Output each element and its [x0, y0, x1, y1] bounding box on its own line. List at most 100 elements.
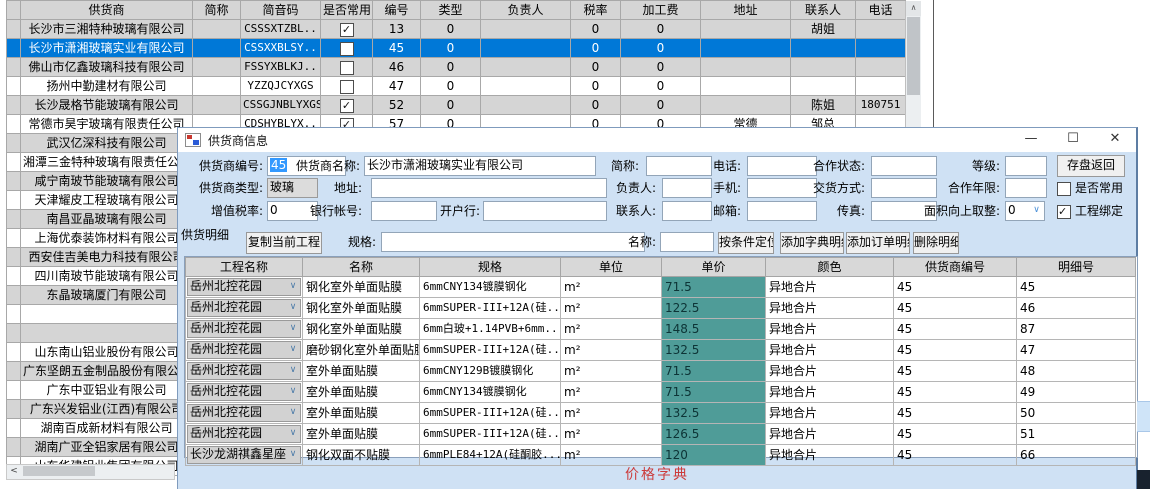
project-combo-cell[interactable]: 岳州北控花园∨ [186, 319, 303, 340]
column-header[interactable]: 名称 [303, 258, 420, 277]
supplier-row[interactable]: 佛山市亿鑫玻璃科技有限公司FSSYXBLKJ..46000 [7, 58, 906, 77]
address-field[interactable] [371, 178, 607, 198]
supplier-row[interactable]: 扬州中勤建材有限公司YZZQJCYXGS47000 [7, 77, 906, 96]
detail-row[interactable]: 岳州北控花园∨室外单面贴膜6mmSUPER-III+12A(硅...m²126.… [186, 424, 1136, 445]
project-combo[interactable]: 岳州北控花园∨ [187, 362, 301, 380]
scrollbar-thumb[interactable] [23, 466, 95, 476]
save-return-button[interactable]: 存盘返回 [1057, 155, 1125, 177]
cell[interactable]: 120 [662, 445, 766, 466]
detail-row[interactable]: 岳州北控花园∨室外单面贴膜6mmSUPER-III+12A(硅...m²132.… [186, 403, 1136, 424]
project-combo[interactable]: 岳州北控花园∨ [187, 299, 301, 317]
cell: 0 [571, 77, 621, 96]
column-header[interactable]: 规格 [420, 258, 561, 277]
project-combo[interactable]: 岳州北控花园∨ [187, 404, 301, 422]
column-header[interactable]: 编号 [373, 1, 421, 20]
minimize-icon[interactable]: — [1010, 128, 1052, 152]
common-use-checkbox[interactable]: 是否常用 [1057, 178, 1123, 198]
common-use-cell[interactable] [321, 39, 373, 58]
email-field[interactable] [747, 201, 817, 221]
column-header[interactable]: 明细号 [1017, 258, 1136, 277]
column-header[interactable]: 是否常用 [321, 1, 373, 20]
common-use-cell[interactable] [321, 58, 373, 77]
copy-project-button[interactable]: 复制当前工程 [246, 232, 322, 254]
chevron-down-icon: ∨ [287, 426, 299, 441]
column-header[interactable]: 地址 [701, 1, 791, 20]
column-header[interactable]: 简称 [193, 1, 241, 20]
column-header[interactable]: 税率 [571, 1, 621, 20]
grade-field[interactable] [1005, 156, 1047, 176]
column-header[interactable]: 负责人 [481, 1, 571, 20]
cell[interactable]: 71.5 [662, 277, 766, 298]
spec-filter-input[interactable] [381, 232, 645, 252]
project-combo[interactable]: 岳州北控花园∨ [187, 278, 301, 296]
column-header[interactable]: 联系人 [791, 1, 856, 20]
column-header[interactable]: 单位 [561, 258, 662, 277]
project-bind-checkbox[interactable]: 工程绑定 [1057, 201, 1123, 221]
cell: 湘潭三金特种玻璃有限责任公司 [21, 153, 193, 172]
project-combo-cell[interactable]: 岳州北控花园∨ [186, 403, 303, 424]
column-header[interactable]: 供货商编号 [894, 258, 1017, 277]
common-use-cell[interactable] [321, 20, 373, 39]
common-use-cell[interactable] [321, 77, 373, 96]
round-up-select[interactable]: 0∨ [1005, 201, 1045, 221]
detail-row[interactable]: 岳州北控花园∨钢化室外单面贴膜6mmSUPER-III+12A(硅...m²12… [186, 298, 1136, 319]
project-combo[interactable]: 岳州北控花园∨ [187, 320, 301, 338]
cell[interactable]: 71.5 [662, 361, 766, 382]
column-header[interactable]: 简音码 [241, 1, 321, 20]
supplier-row[interactable]: 长沙市三湘特种玻璃有限公司CSSSXTZBL..13000胡姐 [7, 20, 906, 39]
project-combo[interactable]: 岳州北控花园∨ [187, 341, 301, 359]
scrollbar-thumb[interactable] [907, 17, 920, 95]
scroll-up-icon[interactable]: ∧ [906, 1, 921, 16]
dialog-titlebar[interactable]: 供货商信息 — ☐ ✕ [178, 128, 1136, 152]
project-combo-cell[interactable]: 长沙龙湖祺鑫星座∨ [186, 445, 303, 466]
coop-years-field[interactable] [1005, 178, 1047, 198]
detail-row[interactable]: 长沙龙湖祺鑫星座∨钢化双面不贴膜6mmPLE84+12A(硅酮胶...m²120… [186, 445, 1136, 466]
bank-account-field[interactable] [371, 201, 437, 221]
detail-row[interactable]: 岳州北控花园∨室外单面贴膜6mmCNY134镀膜钢化m²71.5异地合片4549 [186, 382, 1136, 403]
supplier-row[interactable]: 长沙市潇湘玻璃实业有限公司CSSXXBLSY..45000 [7, 39, 906, 58]
column-header[interactable]: 工程名称 [186, 258, 303, 277]
supplier-row[interactable]: 长沙晟格节能玻璃有限公司CSSGJNBLYXGS52000陈姐180751 [7, 96, 906, 115]
column-header[interactable]: 单价 [662, 258, 766, 277]
project-combo-cell[interactable]: 岳州北控花园∨ [186, 382, 303, 403]
project-combo-cell[interactable]: 岳州北控花园∨ [186, 277, 303, 298]
project-combo-cell[interactable]: 岳州北控花园∨ [186, 298, 303, 319]
column-header[interactable]: 电话 [856, 1, 906, 20]
scroll-left-icon[interactable]: < [7, 465, 21, 477]
cell: 6mmCNY134镀膜钢化 [420, 382, 561, 403]
coop-status-field[interactable] [871, 156, 937, 176]
project-combo[interactable]: 岳州北控花园∨ [187, 425, 301, 443]
project-combo-cell[interactable]: 岳州北控花园∨ [186, 340, 303, 361]
bank-field[interactable] [483, 201, 607, 221]
supplier-type-field[interactable]: 玻璃 [267, 178, 318, 198]
detail-row[interactable]: 岳州北控花园∨磨砂钢化室外单面贴膜6mmSUPER-III+12A(硅...m²… [186, 340, 1136, 361]
column-header[interactable]: 颜色 [766, 258, 894, 277]
project-combo-cell[interactable]: 岳州北控花园∨ [186, 361, 303, 382]
column-header[interactable]: 供货商 [21, 1, 193, 20]
cell[interactable]: 132.5 [662, 403, 766, 424]
delete-detail-button[interactable]: 删除明细 [913, 232, 959, 254]
locate-button[interactable]: 按条件定位 [718, 232, 774, 254]
column-header[interactable]: 加工费 [621, 1, 701, 20]
cell[interactable]: 122.5 [662, 298, 766, 319]
common-use-cell[interactable] [321, 96, 373, 115]
cell[interactable]: 132.5 [662, 340, 766, 361]
cell[interactable]: 148.5 [662, 319, 766, 340]
maximize-icon[interactable]: ☐ [1052, 128, 1094, 152]
detail-row[interactable]: 岳州北控花园∨钢化室外单面贴膜6mm白玻+1.14PVB+6mm...m²148… [186, 319, 1136, 340]
horizontal-scrollbar[interactable]: < [6, 464, 175, 480]
supplier-name-field[interactable]: 长沙市潇湘玻璃实业有限公司 [364, 156, 596, 176]
column-header[interactable]: 类型 [421, 1, 481, 20]
cell[interactable]: 126.5 [662, 424, 766, 445]
name-filter-input[interactable] [660, 232, 714, 252]
project-combo[interactable]: 岳州北控花园∨ [187, 383, 301, 401]
detail-row[interactable]: 岳州北控花园∨室外单面贴膜6mmCNY129B镀膜钢化m²71.5异地合片454… [186, 361, 1136, 382]
project-combo-cell[interactable]: 岳州北控花园∨ [186, 424, 303, 445]
add-order-button[interactable]: 添加订单明细 [846, 232, 910, 254]
cell[interactable]: 71.5 [662, 382, 766, 403]
project-combo[interactable]: 长沙龙湖祺鑫星座∨ [187, 446, 301, 464]
close-icon[interactable]: ✕ [1094, 128, 1136, 152]
add-dict-button[interactable]: 添加字典明细 [780, 232, 844, 254]
cell [7, 324, 21, 343]
detail-row[interactable]: 岳州北控花园∨钢化室外单面贴膜6mmCNY134镀膜钢化m²71.5异地合片45… [186, 277, 1136, 298]
